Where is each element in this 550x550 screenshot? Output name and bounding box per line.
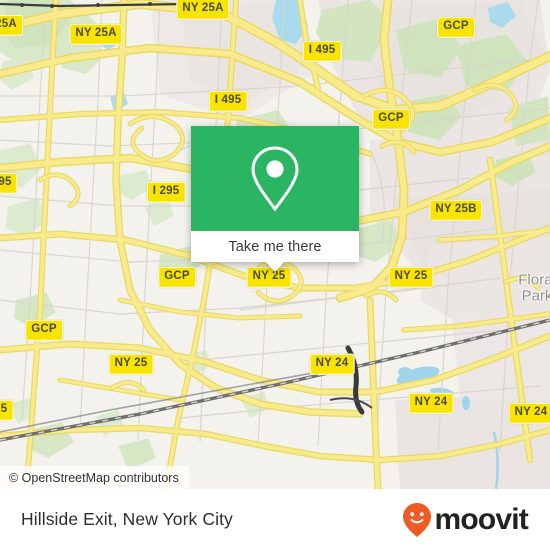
road-shield: I 495 xyxy=(208,90,248,112)
road-shield: GCP xyxy=(158,266,196,288)
road-shield: NY 24 xyxy=(508,402,550,424)
take-me-there-label[interactable]: Take me there xyxy=(228,239,321,255)
road-shield: NY 25 xyxy=(108,353,154,375)
moovit-smiley-pin-icon xyxy=(403,502,432,537)
road-shield: NY 24 xyxy=(309,353,355,375)
road-shield: GCP xyxy=(25,319,63,341)
moovit-logo[interactable]: moovit xyxy=(402,502,529,538)
map-screenshot-root: NY 25A NY 25A 25A I 495 I 495 GCP GCP I 295 95 NY… xyxy=(0,0,550,550)
popup-pointer-tail xyxy=(266,262,284,272)
location-popup-card[interactable]: Take me there xyxy=(191,126,359,272)
road-shield: I 295 xyxy=(146,181,186,203)
road-shield: NY 25 xyxy=(388,266,434,288)
road-shield: NY 25A xyxy=(69,23,123,45)
road-shield: 95 xyxy=(0,172,18,194)
place-label: FloralPark xyxy=(518,272,550,304)
road-shield: 25A xyxy=(0,14,23,36)
moovit-wordmark: moovit xyxy=(434,502,528,536)
road-shield: NY 24 xyxy=(408,392,454,414)
road-shield: NY 25A xyxy=(176,0,230,20)
road-shield: 5 xyxy=(0,399,14,421)
map-canvas[interactable]: NY 25A NY 25A 25A I 495 I 495 GCP GCP I 295 95 NY… xyxy=(0,0,550,489)
page-title: Hillside Exit, New York City xyxy=(21,509,233,529)
attribution-text[interactable]: © OpenStreetMap contributors xyxy=(9,471,179,485)
place-label-line: Park xyxy=(521,287,550,304)
location-pin-icon xyxy=(251,145,299,211)
popup-action-row[interactable]: Take me there xyxy=(191,231,359,262)
road-shield: NY 25B xyxy=(429,199,483,221)
road-shield: GCP xyxy=(437,16,475,38)
place-label-line: Floral xyxy=(518,271,550,289)
road-shield: GCP xyxy=(372,108,410,130)
map-attribution[interactable]: © OpenStreetMap contributors xyxy=(0,466,189,489)
popup-header xyxy=(191,126,359,231)
footer-bar: Hillside Exit, New York City moovit xyxy=(0,489,550,550)
road-shield: I 495 xyxy=(302,40,342,62)
